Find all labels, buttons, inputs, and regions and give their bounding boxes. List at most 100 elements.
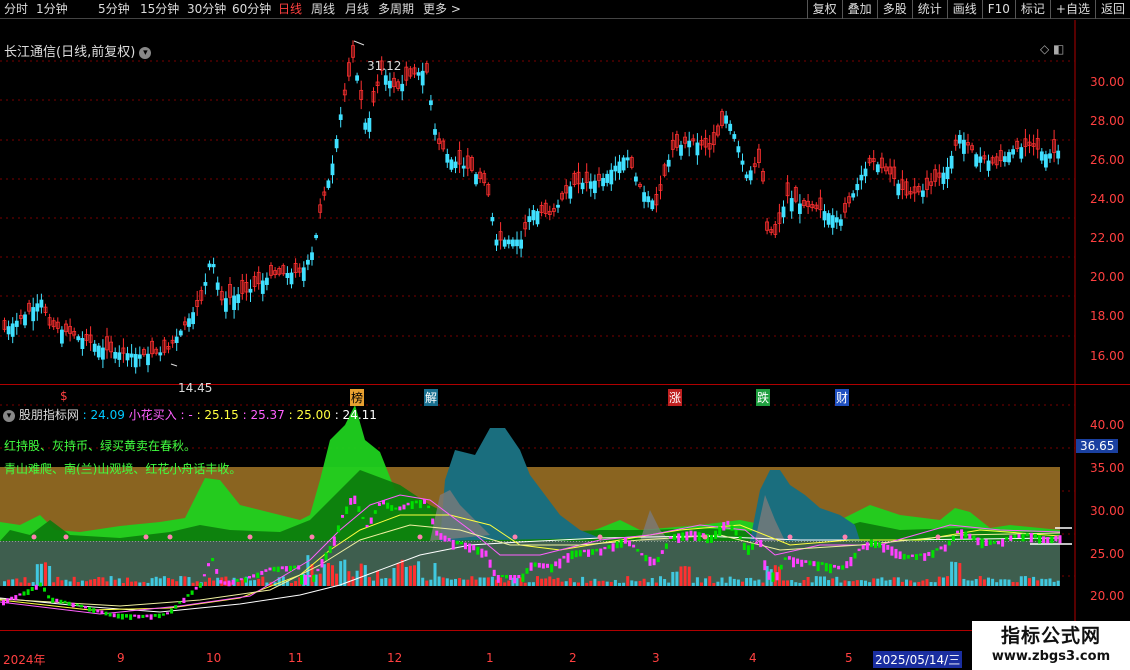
add-watchlist-button[interactable]: +自选 [1049, 0, 1095, 19]
event-marker-unlock[interactable]: 解 [424, 389, 439, 406]
period-tab-15min[interactable]: 15分钟 [140, 0, 179, 19]
indicator-candle [84, 605, 87, 609]
candle-body [117, 352, 122, 360]
candle-body [986, 160, 991, 171]
period-tab-daily[interactable]: 日线 [278, 0, 302, 19]
candle-body [1044, 154, 1048, 168]
indicator-candle [198, 583, 202, 588]
mark-button[interactable]: 标记 [1014, 0, 1050, 19]
candle-body [834, 217, 839, 223]
draw-line-button[interactable]: 画线 [946, 0, 982, 19]
indicator-candle [935, 548, 939, 551]
candle-body [519, 239, 523, 249]
volume-bar [64, 579, 68, 586]
indicator-candle [988, 540, 992, 545]
volume-bar [613, 579, 617, 586]
right-toolbar: 复权 叠加 多股 统计 画线 F10 标记 +自选 返回 [806, 0, 1130, 19]
adjust-button[interactable]: 复权 [806, 0, 842, 19]
indicator-candle [464, 542, 467, 550]
volume-bar [413, 565, 416, 586]
event-marker-up[interactable]: 涨 [668, 389, 683, 406]
indicator-candle [529, 562, 533, 571]
period-tab-monthly[interactable]: 月线 [345, 0, 369, 19]
candle-body [35, 303, 40, 312]
indicator-candle [533, 562, 537, 567]
indicator-name[interactable]: 股朋指标网 [19, 408, 79, 422]
period-tab-60min[interactable]: 60分钟 [232, 0, 271, 19]
indicator-candle [1005, 537, 1009, 540]
volume-bar [544, 578, 548, 586]
volume-bar [896, 577, 900, 586]
indicator-candle [775, 572, 779, 581]
statistics-button[interactable]: 统计 [911, 0, 947, 19]
volume-bar [48, 565, 52, 586]
candle-body [921, 190, 925, 197]
indicator-candle [804, 560, 808, 563]
f10-button[interactable]: F10 [981, 0, 1015, 19]
indicator-candle [685, 531, 689, 541]
period-tab-30min[interactable]: 30分钟 [187, 0, 226, 19]
indicator-candle [345, 506, 349, 515]
indicator-candle [509, 575, 513, 580]
event-marker-dollar[interactable]: $ [60, 389, 68, 403]
candle-body [420, 70, 425, 86]
indicator-candle [394, 507, 398, 510]
indicator-candle [505, 575, 508, 579]
indicator-candle [718, 526, 722, 536]
volume-bar [695, 577, 699, 586]
volume-bar [347, 571, 351, 586]
indicator-candle [808, 560, 812, 566]
indicator-candle [730, 525, 734, 531]
indicator-candle [264, 569, 268, 572]
volume-bar [585, 582, 589, 586]
indicator-candle [697, 532, 701, 542]
chart-area[interactable]: 长江通信(日线,前复权) ▾ ◇ ◧ 31.12 14.45 30.00 28.… [0, 20, 1130, 670]
main-chart-title[interactable]: 长江通信(日线,前复权) ▾ [4, 41, 152, 60]
candle-body [289, 272, 294, 285]
volume-bar [823, 576, 826, 586]
candle-body [326, 180, 331, 188]
volume-bar [659, 576, 662, 586]
overlay-button[interactable]: 叠加 [841, 0, 877, 19]
indicator-candle [300, 575, 303, 585]
event-marker-finance[interactable]: 财 [835, 389, 850, 406]
period-tab-weekly[interactable]: 周线 [311, 0, 335, 19]
title-dropdown-icon[interactable]: ▾ [139, 46, 152, 59]
indicator-candle [211, 557, 215, 562]
indicator-candle [202, 574, 206, 577]
volume-bar [458, 578, 462, 586]
indicator-dropdown-icon[interactable]: ▾ [3, 409, 15, 422]
period-tab-5min[interactable]: 5分钟 [98, 0, 130, 19]
candle-body [334, 138, 339, 149]
period-tab-multi[interactable]: 多周期 [378, 0, 414, 19]
indicator-candle [816, 561, 820, 572]
candle-body [461, 165, 466, 169]
event-marker-rank[interactable]: 榜 [350, 389, 365, 406]
chart-toggle-icon[interactable]: ◇ ◧ [1040, 42, 1064, 56]
indicator-candle [984, 539, 988, 547]
volume-bar [683, 566, 687, 586]
volume-bar [454, 578, 457, 586]
volume-bar [642, 578, 646, 586]
period-tab-more[interactable]: 更多 > [423, 0, 461, 19]
volume-bar [564, 581, 568, 586]
indicator-candle [915, 554, 918, 560]
indicator-candle [710, 535, 713, 543]
indicator-candle [120, 613, 124, 620]
volume-bar [175, 581, 179, 586]
indicator-candle [170, 608, 174, 614]
period-tab-intraday[interactable]: 分时 [4, 0, 28, 19]
indicator-candle [480, 548, 484, 558]
x-tick: 2 [569, 651, 577, 665]
candle-body [666, 159, 671, 167]
back-button[interactable]: 返回 [1094, 0, 1130, 19]
volume-bar [138, 582, 142, 586]
indicator-candle [845, 561, 849, 569]
indicator-candle [853, 552, 857, 559]
event-marker-down[interactable]: 跌 [756, 389, 771, 406]
candle-body [863, 168, 868, 177]
multi-stock-button[interactable]: 多股 [876, 0, 912, 19]
watermark: 指标公式网 www.zbgs3.com [972, 621, 1130, 670]
indicator-candle [951, 535, 955, 542]
period-tab-1min[interactable]: 1分钟 [36, 0, 68, 19]
